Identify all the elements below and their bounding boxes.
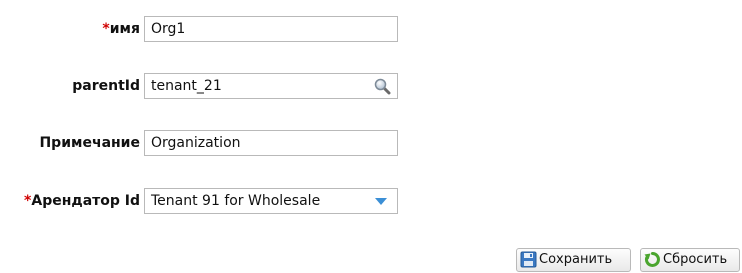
save-button[interactable]: Сохранить bbox=[516, 248, 631, 272]
tenant-select[interactable]: Tenant 91 for Wholesale bbox=[144, 188, 398, 214]
name-input-value: Org1 bbox=[151, 21, 186, 37]
note-label-text: Примечание bbox=[39, 135, 140, 151]
tenant-label-text: Арендатор Id bbox=[31, 193, 140, 209]
required-marker: * bbox=[102, 21, 110, 37]
chevron-down-icon[interactable] bbox=[375, 198, 387, 205]
note-label: Примечание bbox=[0, 128, 140, 158]
tenant-label: *Арендатор Id bbox=[0, 186, 140, 216]
parent-id-input[interactable]: tenant_21 bbox=[144, 73, 398, 99]
name-input[interactable]: Org1 bbox=[144, 16, 398, 42]
tenant-row: *Арендатор Id Tenant 91 for Wholesale bbox=[0, 186, 400, 216]
note-row: Примечание Organization bbox=[0, 128, 400, 158]
parent-id-label-text: parentId bbox=[72, 78, 140, 94]
name-label: *имя bbox=[0, 14, 140, 44]
save-button-label: Сохранить bbox=[539, 252, 613, 267]
save-icon bbox=[520, 251, 537, 268]
parent-id-label: parentId bbox=[0, 71, 140, 101]
name-row: *имя Org1 bbox=[0, 14, 400, 44]
parent-id-row: parentId tenant_21 bbox=[0, 71, 400, 101]
note-input-value: Organization bbox=[151, 135, 241, 151]
tenant-select-value: Tenant 91 for Wholesale bbox=[151, 193, 321, 209]
name-label-text: имя bbox=[109, 21, 140, 37]
note-input[interactable]: Organization bbox=[144, 130, 398, 156]
search-icon[interactable] bbox=[373, 77, 391, 95]
reset-button-label: Сбросить bbox=[663, 252, 728, 267]
parent-id-input-value: tenant_21 bbox=[151, 78, 222, 94]
reset-icon bbox=[644, 252, 660, 267]
reset-button[interactable]: Сбросить bbox=[640, 248, 740, 272]
